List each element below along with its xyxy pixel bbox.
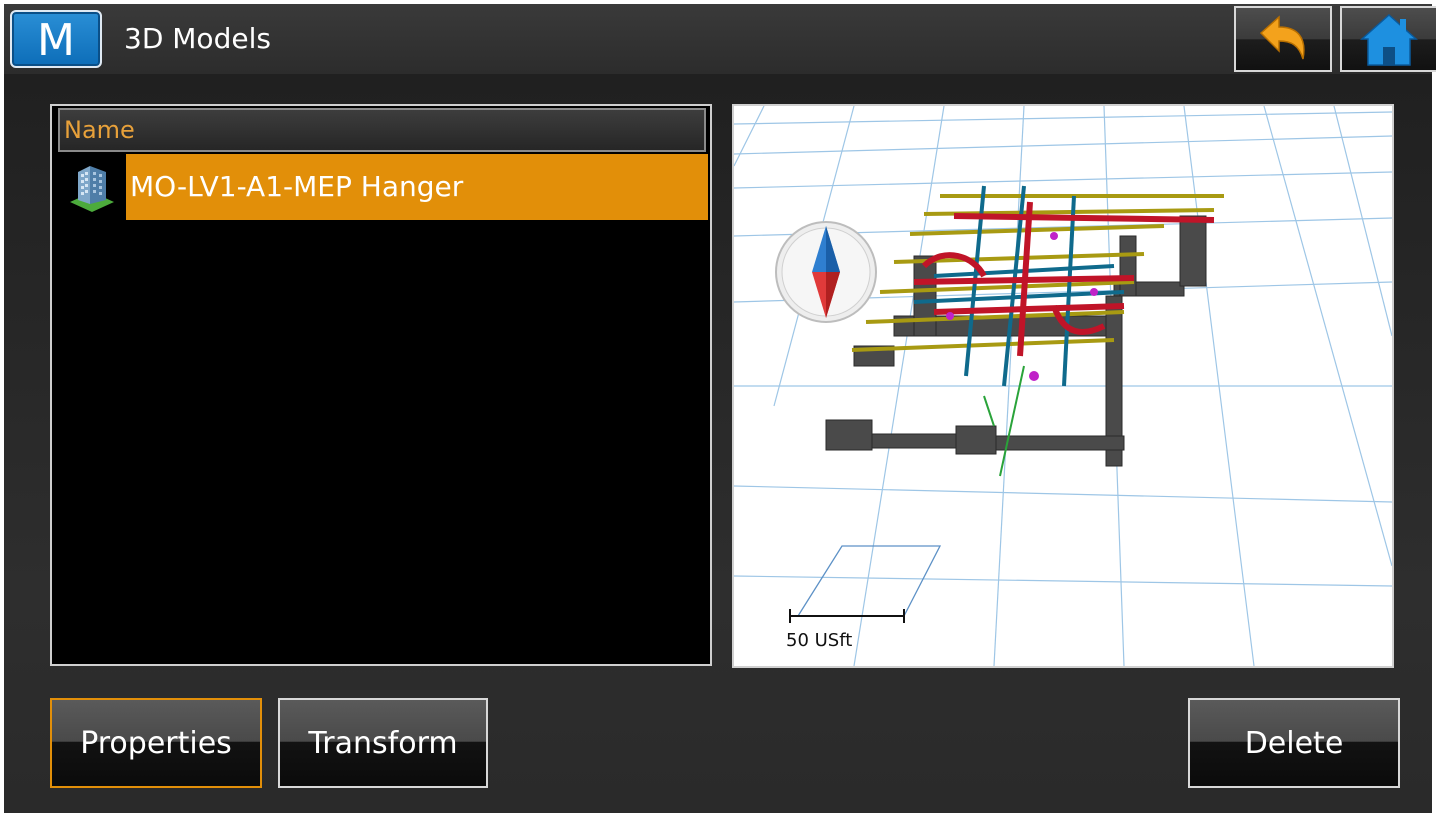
menu-logo-icon: M (37, 17, 75, 61)
home-icon (1360, 13, 1418, 66)
back-button[interactable] (1234, 6, 1332, 72)
title-bar: M 3D Models (4, 4, 1436, 74)
scale-label: 50 USft (786, 630, 853, 651)
undo-arrow-icon (1259, 15, 1305, 60)
model-3d-viewer[interactable]: 50 USft (732, 104, 1394, 668)
main-content: Name MO-LV1-A1-MEP Hanger 50 USft Proper… (4, 74, 1432, 813)
app-frame: M 3D Models Name MO-LV1-A1-MEP Hanger 50… (4, 4, 1436, 813)
model-render (734, 106, 1392, 666)
page-title: 3D Models (124, 22, 271, 55)
transform-button[interactable]: Transform (278, 698, 488, 788)
compass-icon (775, 221, 877, 323)
svg-text:M: M (37, 17, 75, 61)
delete-button[interactable]: Delete (1188, 698, 1400, 788)
home-button[interactable] (1340, 6, 1436, 72)
building-icon (70, 166, 114, 212)
main-menu-button[interactable]: M (10, 10, 102, 68)
app-window: M 3D Models Name MO-LV1-A1-MEP Hanger 50… (0, 0, 1436, 817)
model-list[interactable]: Name MO-LV1-A1-MEP Hanger (50, 104, 712, 666)
list-item[interactable]: MO-LV1-A1-MEP Hanger (58, 154, 708, 220)
properties-button[interactable]: Properties (50, 698, 262, 788)
list-item-label[interactable]: MO-LV1-A1-MEP Hanger (126, 154, 708, 220)
name-column-header[interactable]: Name (58, 108, 706, 152)
